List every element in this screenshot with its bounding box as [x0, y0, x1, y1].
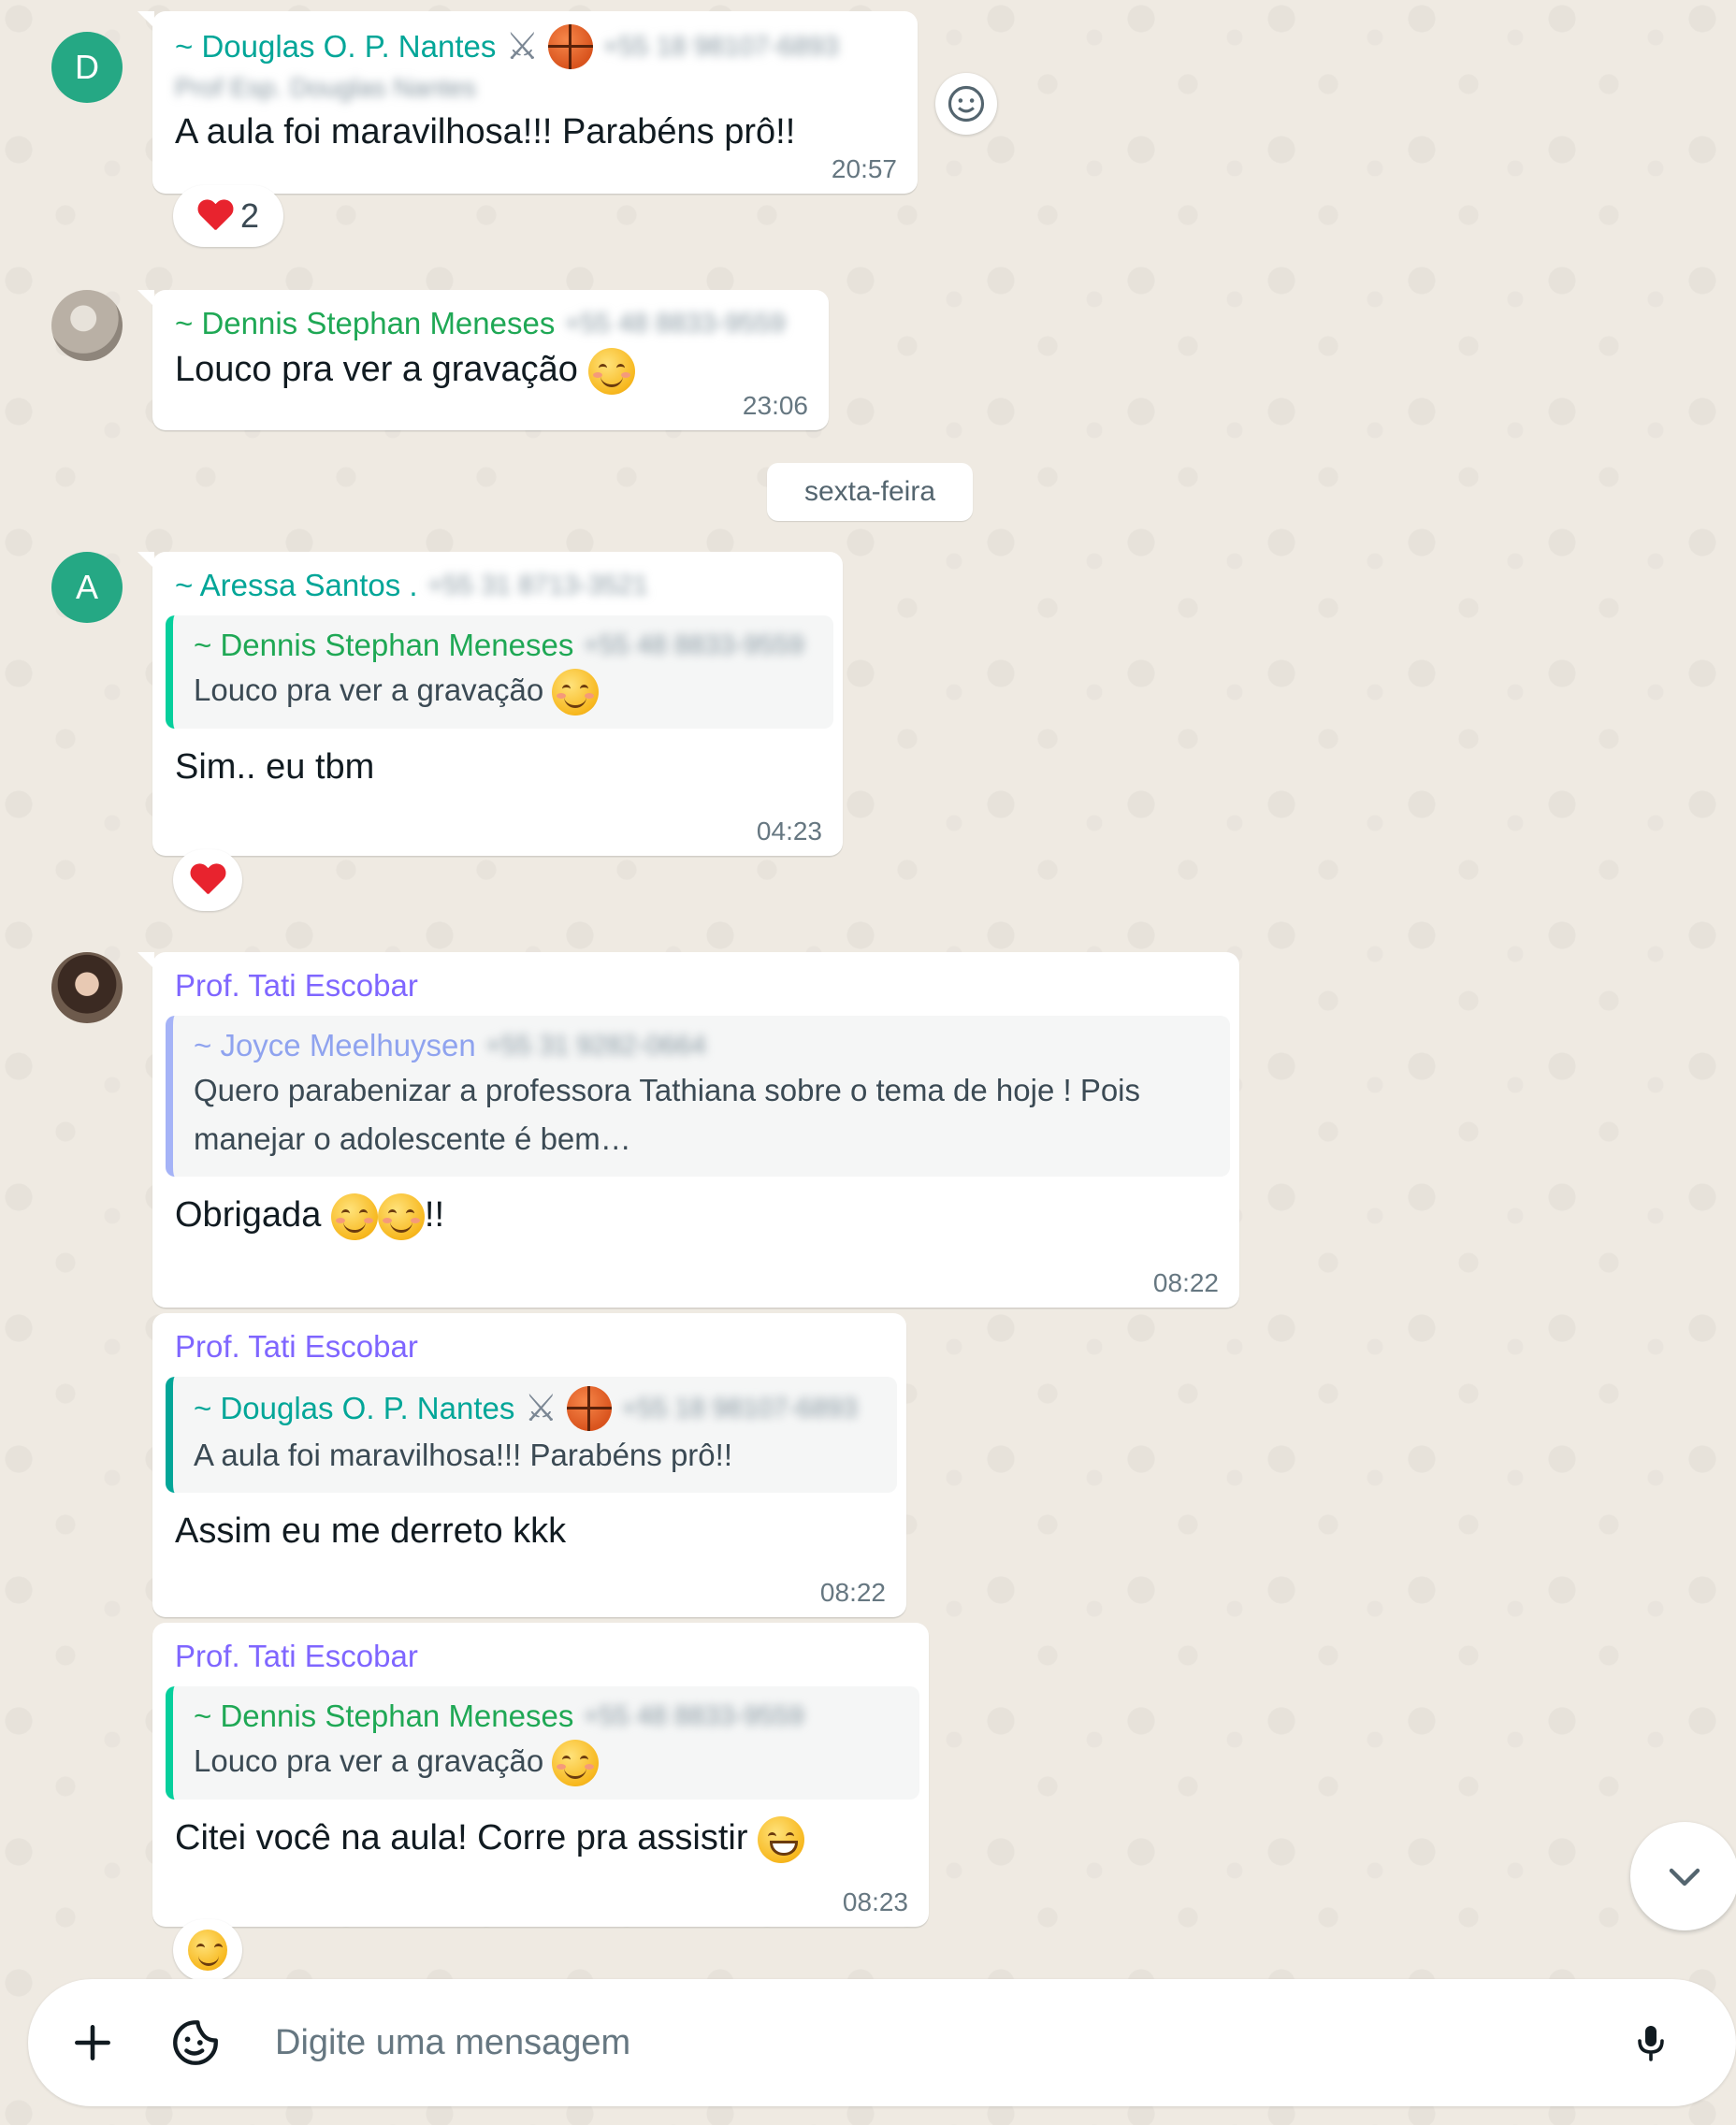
- smiling-face-emoji: [330, 1193, 378, 1240]
- reaction-count: 2: [239, 196, 260, 235]
- plus-icon: [75, 2025, 110, 2060]
- message-time: 23:06: [742, 391, 808, 420]
- message-time: 08:22: [819, 1578, 886, 1607]
- message-text: Obrigada: [175, 1195, 322, 1235]
- quote-phone: +55 48 8833-9559: [583, 630, 804, 660]
- sender-name[interactable]: ~ Douglas O. P. Nantes: [175, 26, 496, 67]
- message-composer: [28, 1979, 1736, 2106]
- message-bubble[interactable]: Prof. Tati Escobar ~ Douglas O. P. Nante…: [152, 1313, 906, 1617]
- quote-sender: ~ Dennis Stephan Meneses: [194, 628, 574, 662]
- message-time: 08:23: [842, 1887, 908, 1916]
- quote-text: manejar o adolescente é bem…: [194, 1121, 631, 1156]
- message-time: 20:57: [831, 154, 897, 183]
- quoted-message[interactable]: ~ Joyce Meelhuysen +55 31 9282-0664 Quer…: [166, 1016, 1230, 1177]
- sender-phone: +55 31 8713-3521: [427, 571, 648, 600]
- crossed-swords-icon: ⚔: [505, 26, 540, 67]
- basketball-icon: [548, 24, 594, 69]
- sender-name[interactable]: Prof. Tati Escobar: [175, 1326, 418, 1367]
- message-input[interactable]: [273, 2021, 1599, 2064]
- avatar[interactable]: A: [51, 552, 123, 623]
- basketball-icon: [567, 1386, 613, 1431]
- voice-message-button[interactable]: [1599, 1991, 1702, 2094]
- smiling-face-emoji: [377, 1193, 425, 1240]
- sender-name[interactable]: ~ Aressa Santos .: [175, 565, 418, 606]
- date-separator: sexta-feira: [767, 463, 973, 521]
- sticker-button[interactable]: [144, 1991, 247, 2094]
- smiley-icon: [948, 85, 985, 123]
- sender-name[interactable]: ~ Dennis Stephan Meneses: [175, 303, 555, 344]
- quoted-message[interactable]: ~ Dennis Stephan Meneses +55 48 8833-955…: [166, 615, 833, 730]
- message-text: Louco pra ver a gravação: [175, 350, 578, 389]
- message-bubble[interactable]: Prof. Tati Escobar ~ Dennis Stephan Mene…: [152, 1623, 929, 1927]
- message-text: Assim eu me derreto kkk: [175, 1511, 567, 1551]
- quote-text: Quero parabenizar a professora Tathiana …: [194, 1073, 1141, 1107]
- message-bubble[interactable]: ~ Aressa Santos . +55 31 8713-3521 ~ Den…: [137, 552, 843, 856]
- scroll-to-bottom-button[interactable]: [1630, 1822, 1736, 1930]
- sender-name[interactable]: Prof. Tati Escobar: [175, 1636, 418, 1677]
- smiling-face-emoji: [552, 669, 600, 716]
- message-bubble[interactable]: Prof. Tati Escobar ~ Joyce Meelhuysen +5…: [137, 952, 1239, 1308]
- avatar[interactable]: [51, 290, 123, 361]
- smiling-face-emoji: [552, 1740, 600, 1787]
- heart-icon: [197, 200, 233, 232]
- heart-icon: [190, 864, 225, 896]
- quote-phone: +55 18 98107-6893: [621, 1394, 858, 1424]
- chevron-down-icon: [1669, 1868, 1700, 1886]
- quote-sender: ~ Dennis Stephan Meneses: [194, 1699, 574, 1733]
- message-time: 08:22: [1152, 1268, 1219, 1297]
- message-text: Citei você na aula! Corre pra assistir: [175, 1818, 748, 1858]
- attach-button[interactable]: [41, 1991, 144, 2094]
- message-text: Sim.. eu tbm: [175, 747, 375, 788]
- sticker-icon: [173, 2020, 218, 2065]
- quote-phone: +55 48 8833-9559: [583, 1701, 804, 1731]
- message-time: 04:23: [756, 817, 822, 846]
- quote-text: Louco pra ver a gravação: [194, 672, 544, 707]
- smiling-face-emoji: [188, 1930, 227, 1971]
- reaction-badge[interactable]: [173, 1919, 242, 1981]
- message-bubble[interactable]: ~ Douglas O. P. Nantes ⚔ +55 18 98107-68…: [137, 11, 918, 194]
- smiling-face-emoji: [587, 347, 635, 395]
- quote-text: Louco pra ver a gravação: [194, 1743, 544, 1778]
- message-bubble[interactable]: ~ Dennis Stephan Meneses +55 48 8833-955…: [137, 290, 829, 430]
- microphone-icon: [1638, 2026, 1664, 2061]
- reaction-badge[interactable]: 2: [173, 185, 283, 247]
- sender-name[interactable]: Prof. Tati Escobar: [175, 965, 418, 1006]
- crossed-swords-icon: ⚔: [524, 1388, 558, 1429]
- message-text: A aula foi maravilhosa!!! Parabéns prô!!: [175, 112, 796, 152]
- quoted-message[interactable]: ~ Douglas O. P. Nantes ⚔ +55 18 98107-68…: [166, 1377, 897, 1493]
- avatar[interactable]: [51, 952, 123, 1023]
- sender-phone: +55 18 98107-6893: [602, 32, 839, 62]
- quote-text: A aula foi maravilhosa!!! Parabéns prô!!: [194, 1438, 732, 1472]
- sender-subname: Prof Esp. Douglas Nantes: [175, 73, 477, 102]
- reaction-badge[interactable]: [173, 849, 242, 911]
- sender-phone: +55 48 8833-9559: [564, 309, 786, 339]
- add-reaction-button[interactable]: [935, 73, 997, 135]
- message-text-suffix: !!: [424, 1195, 445, 1235]
- quote-phone: +55 31 9282-0664: [485, 1031, 707, 1061]
- quote-sender: ~ Joyce Meelhuysen: [194, 1028, 476, 1062]
- avatar[interactable]: D: [51, 32, 123, 103]
- quoted-message[interactable]: ~ Dennis Stephan Meneses +55 48 8833-955…: [166, 1686, 919, 1800]
- grinning-face-emoji: [758, 1816, 805, 1864]
- quote-sender: ~ Douglas O. P. Nantes: [194, 1391, 515, 1425]
